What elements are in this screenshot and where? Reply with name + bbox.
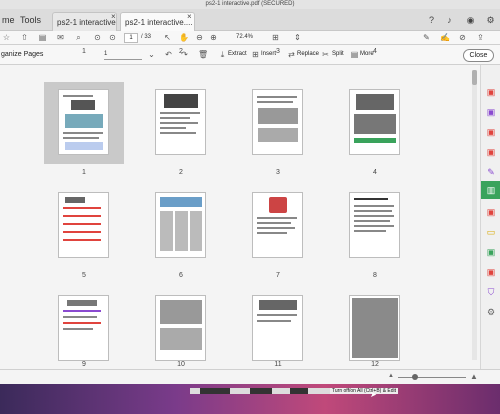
more-tools-icon[interactable]: ⚙ (486, 307, 496, 317)
bell-icon[interactable]: ♪ (445, 16, 454, 25)
page-preview (349, 192, 400, 258)
highlight-icon[interactable]: ⊘ (458, 33, 467, 42)
split-icon[interactable]: ✂ (321, 50, 330, 59)
fill-sign-icon[interactable]: ✎ (486, 167, 496, 177)
select-cursor-icon[interactable]: ↖ (163, 33, 172, 42)
tab-document-2[interactable]: ps2-1 interactive.... (120, 12, 195, 31)
close-organize-button[interactable]: Close (463, 49, 494, 62)
page-total: / 33 (141, 34, 152, 40)
dock-preview-segment (290, 388, 308, 394)
zoom-in-icon[interactable]: ⊕ (209, 33, 218, 42)
next-page-icon[interactable]: ⊙ (108, 33, 117, 42)
page-preview (58, 89, 109, 155)
comment-icon[interactable]: ▭ (486, 227, 496, 237)
window-title: ps2-1 interactive.pdf (SECURED) (0, 0, 500, 9)
page-number-label: 3 (276, 48, 280, 55)
page-thumbnail[interactable] (44, 82, 124, 164)
printer-icon[interactable]: ▤ (38, 33, 47, 42)
create-pdf-icon[interactable]: ▣ (486, 107, 496, 117)
bookmark-icon[interactable]: ☆ (2, 33, 11, 42)
shield-icon[interactable]: ⛉ (486, 287, 496, 297)
page-thumbnail[interactable] (141, 82, 221, 164)
page-range-underline (104, 59, 142, 60)
tab-document-2-label: ps2-1 interactive.... (125, 18, 193, 27)
tab-document-1[interactable]: ps2-1 interactive t... (52, 12, 117, 31)
fit-page-icon[interactable]: ⊞ (271, 33, 280, 42)
scan-icon[interactable]: ▣ (486, 247, 496, 257)
page-thumbnail[interactable] (238, 82, 318, 164)
vertical-scrollbar[interactable] (472, 70, 477, 360)
right-tools-rail: ▣ ▣ ▣ ▣ ✎ ▥ ▣ ▭ ▣ ▣ ⛉ ⚙ (480, 65, 500, 369)
mail-icon[interactable]: ✉ (56, 33, 65, 42)
page-thumbnails-area: 1 2 3 4 (0, 48, 480, 370)
dock-caption: Turn off/on All (Ctrl+B) & Edit (330, 388, 399, 394)
page-preview (252, 192, 303, 258)
dock-preview-segment (250, 388, 272, 394)
settings-icon[interactable]: ⚙ (486, 16, 495, 25)
organize-pages-title: ganize Pages (1, 51, 44, 58)
share-icon[interactable]: ⇪ (476, 33, 485, 42)
page-thumbnail[interactable] (238, 185, 318, 267)
tab-home[interactable]: me (2, 15, 15, 25)
tab-close-icon[interactable]: × (187, 12, 192, 21)
zoom-level[interactable]: 72.4% (236, 34, 253, 40)
page-number-label: 4 (373, 48, 377, 55)
scrollbar-thumb[interactable] (472, 70, 477, 85)
combine-icon[interactable]: ▣ (486, 147, 496, 157)
organize-pages-icon[interactable]: ▥ (481, 181, 500, 199)
fill-sign-icon[interactable]: ✍ (440, 33, 450, 42)
page-preview (58, 192, 109, 258)
zoom-small-icon[interactable]: ▲ (388, 373, 394, 379)
mouse-cursor-icon: ➤ (370, 390, 377, 399)
page-preview (58, 295, 109, 361)
zoom-out-icon[interactable]: ⊖ (195, 33, 204, 42)
page-preview (349, 295, 400, 361)
page-number-label: 2 (179, 48, 183, 55)
page-thumbnail[interactable] (44, 185, 124, 267)
upload-icon[interactable]: ⇧ (20, 33, 29, 42)
main-toolbar: ☆ ⇧ ▤ ✉ ⌕ ⊙ ⊙ 1 / 33 ↖ ✋ ⊖ ⊕ 72.4% ⊞ ⇕ ✎… (0, 31, 500, 45)
page-thumbnail[interactable] (335, 185, 415, 267)
tab-tools[interactable]: Tools (20, 15, 41, 25)
page-preview (155, 295, 206, 361)
account-icon[interactable]: ◉ (466, 16, 475, 25)
thumbnail-zoom-slider[interactable] (398, 377, 466, 378)
zoom-slider-knob[interactable] (412, 374, 418, 380)
page-preview (155, 192, 206, 258)
help-icon[interactable]: ? (427, 16, 436, 25)
prev-page-icon[interactable]: ⊙ (93, 33, 102, 42)
page-preview (155, 89, 206, 155)
page-thumbnail[interactable] (335, 82, 415, 164)
tab-bar: me Tools ps2-1 interactive t... × ps2-1 … (0, 9, 500, 31)
tab-close-icon[interactable]: × (111, 12, 116, 21)
page-number-label: 1 (82, 48, 86, 55)
page-thumbnail[interactable] (335, 288, 415, 370)
tab-document-1-label: ps2-1 interactive t... (57, 18, 116, 27)
bottom-zoom-bar: ▲ ▲ (0, 369, 500, 384)
page-preview (252, 295, 303, 361)
comment-icon[interactable]: ✎ (422, 33, 431, 42)
page-thumbnail[interactable] (141, 288, 221, 370)
scroll-mode-icon[interactable]: ⇕ (293, 33, 302, 42)
page-thumbnail[interactable] (141, 185, 221, 267)
search-icon[interactable]: ⌕ (74, 33, 83, 42)
protect-icon[interactable]: ▣ (486, 267, 496, 277)
page-preview (349, 89, 400, 155)
page-thumbnail[interactable] (44, 288, 124, 370)
hand-icon[interactable]: ✋ (179, 33, 189, 42)
redact-icon[interactable]: ▣ (486, 207, 496, 217)
zoom-large-icon[interactable]: ▲ (470, 372, 478, 381)
page-number-input[interactable]: 1 (124, 33, 138, 43)
page-thumbnail[interactable] (238, 288, 318, 370)
export-pdf-icon[interactable]: ▣ (486, 87, 496, 97)
dock-preview-segment (200, 388, 230, 394)
edit-pdf-icon[interactable]: ▣ (486, 127, 496, 137)
page-preview (252, 89, 303, 155)
